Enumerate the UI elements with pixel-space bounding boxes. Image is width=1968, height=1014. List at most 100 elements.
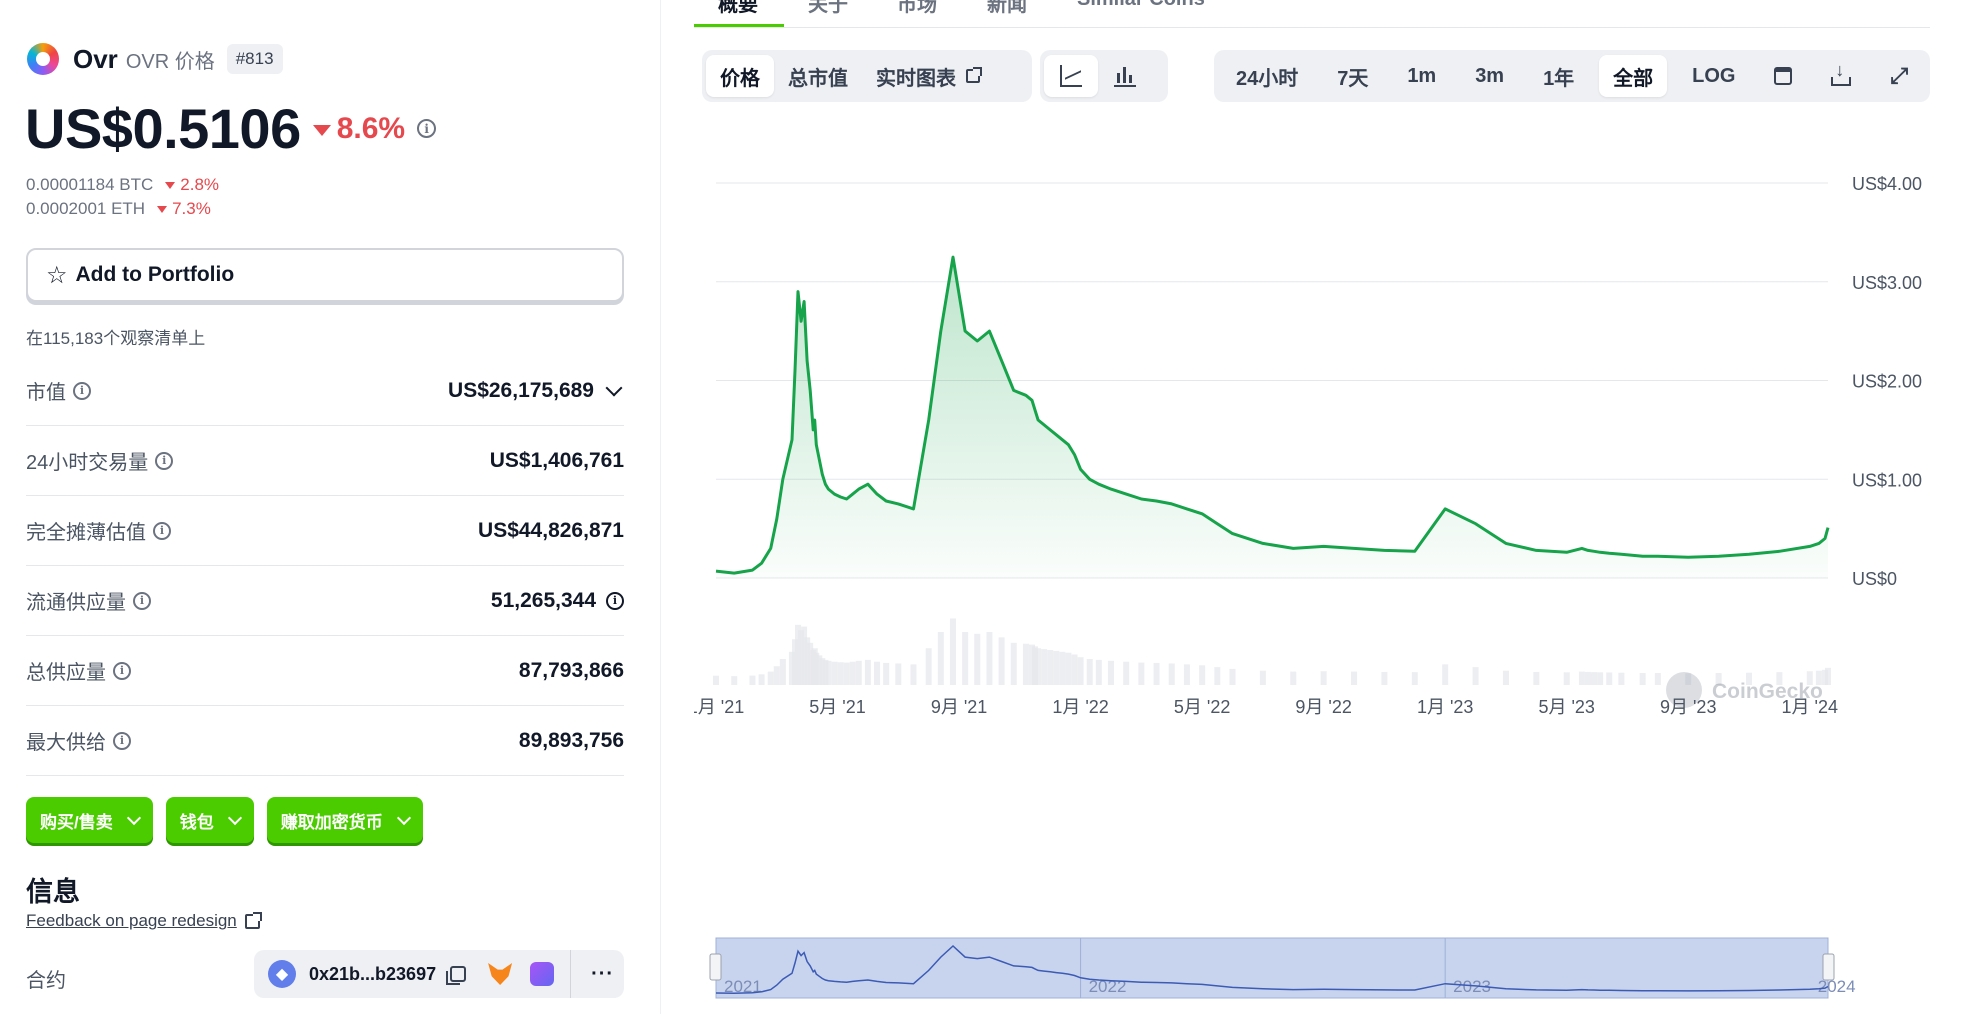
navigator-left-handle[interactable] <box>709 953 722 981</box>
price-area-fill <box>716 257 1828 578</box>
price-change-24h: 8.6% <box>336 111 406 145</box>
info-icon[interactable]: i <box>133 591 151 610</box>
copy-icon[interactable] <box>446 966 467 985</box>
tab-about[interactable]: 关于 <box>808 0 848 17</box>
volume-bar <box>1071 654 1078 685</box>
x-tick-label: 1月 '21 <box>694 697 744 717</box>
candlestick-button[interactable] <box>1098 55 1152 97</box>
chart-type-market-cap[interactable]: 总市值 <box>774 55 862 97</box>
y-axis-labels: US$4.00 US$3.00 US$2.00 US$1.00 US$0 <box>1852 174 1922 589</box>
action-buttons: 购买/售卖 钱包 赚取加密货币 <box>26 797 423 843</box>
time-range-toggle: 24小时 7天 1m 3m 1年 全部 LOG ⤢ <box>1214 50 1930 102</box>
chart-type-price[interactable]: 价格 <box>706 55 774 97</box>
info-icon[interactable]: i <box>417 119 437 138</box>
download-icon <box>1831 60 1852 86</box>
active-tab-indicator <box>694 24 784 27</box>
volume-bar <box>837 662 844 685</box>
y-tick-label: US$4.00 <box>1852 174 1922 194</box>
contract-address: 0x21b...b23697 <box>309 963 437 984</box>
fullscreen-button[interactable]: ⤢ <box>1876 55 1922 97</box>
expand-icon: ⤢ <box>1890 63 1908 88</box>
coin-name: Ovr <box>73 43 118 74</box>
volume-bar <box>1606 672 1613 685</box>
x-tick-label: 5月 '21 <box>809 697 865 717</box>
info-icon[interactable]: i <box>113 661 131 680</box>
x-tick-label: 9月 '23 <box>1660 697 1716 717</box>
volume-bar <box>1654 673 1661 685</box>
date-picker-button[interactable] <box>1760 55 1806 97</box>
volume-bars <box>713 618 1831 685</box>
chevron-down-icon <box>396 810 411 825</box>
volume-bar <box>731 676 738 685</box>
volume-bar <box>1563 672 1570 685</box>
volume-bar <box>779 659 786 685</box>
volume-bar <box>1442 664 1449 685</box>
range-log[interactable]: LOG <box>1678 55 1749 97</box>
chevron-down-icon[interactable] <box>605 379 623 396</box>
volume-bar <box>1077 657 1084 685</box>
x-tick-label: 5月 '22 <box>1174 697 1230 717</box>
volume-bar <box>1639 673 1646 685</box>
candlestick-icon <box>1114 65 1136 87</box>
price-row: US$0.5106 8.6% i <box>25 96 437 161</box>
calendar-icon <box>1774 67 1793 85</box>
range-3m[interactable]: 3m <box>1461 55 1518 97</box>
tab-overview[interactable]: 概要 <box>718 0 758 17</box>
range-all[interactable]: 全部 <box>1599 55 1668 97</box>
volume-bar <box>1259 670 1266 685</box>
volume-bar <box>1010 642 1017 685</box>
panel-divider <box>660 0 661 1014</box>
volume-bar <box>1086 659 1093 685</box>
chevron-down-icon <box>227 810 242 825</box>
earn-crypto-button[interactable]: 赚取加密货币 <box>266 797 423 843</box>
ovr-logo-icon <box>27 43 59 75</box>
tab-markets[interactable]: 市场 <box>897 0 937 17</box>
volume-bar <box>962 632 969 685</box>
download-button[interactable] <box>1817 55 1865 97</box>
add-to-portfolio-button[interactable]: ☆ Add to Portfolio <box>26 248 624 302</box>
info-icon[interactable]: i <box>606 591 624 610</box>
tab-similar-coins[interactable]: Similar Coins <box>1077 0 1205 11</box>
range-24h[interactable]: 24小时 <box>1222 55 1312 97</box>
tab-news[interactable]: 新闻 <box>987 0 1027 17</box>
stat-value: 89,893,756 <box>518 728 624 752</box>
wallet-button[interactable]: 钱包 <box>165 797 254 843</box>
wallet-connect-icon[interactable] <box>530 962 555 986</box>
down-arrow-icon <box>157 205 168 213</box>
feedback-link[interactable]: Feedback on page redesign <box>26 911 262 931</box>
info-icon[interactable]: i <box>73 381 91 400</box>
volume-bar <box>1022 643 1029 685</box>
more-options-button[interactable]: ··· <box>591 963 614 986</box>
volume-bar <box>855 660 862 685</box>
range-1m[interactable]: 1m <box>1393 55 1450 97</box>
info-icon[interactable]: i <box>113 731 131 750</box>
volume-bar <box>1138 662 1145 685</box>
metamask-icon[interactable] <box>488 963 513 985</box>
info-icon[interactable]: i <box>155 451 174 470</box>
info-section-title: 信息 <box>26 877 80 907</box>
stat-value: US$26,175,689 <box>448 378 594 402</box>
navigator-right-handle[interactable] <box>1822 953 1835 981</box>
eth-change: 7.3% <box>172 199 211 218</box>
range-7d[interactable]: 7天 <box>1323 55 1382 97</box>
line-chart-button[interactable] <box>1044 55 1098 97</box>
volume-bar <box>1472 667 1479 685</box>
chart-type-live-chart[interactable]: 实时图表 <box>862 55 994 97</box>
x-tick-label: 1月 '22 <box>1052 697 1108 717</box>
volume-bar <box>883 662 890 685</box>
range-1y[interactable]: 1年 <box>1529 55 1588 97</box>
stat-label: 市值 <box>26 382 66 404</box>
volume-bar <box>1320 671 1327 685</box>
info-icon[interactable]: i <box>153 521 171 540</box>
star-icon: ☆ <box>46 261 68 289</box>
price-chart[interactable]: US$4.00US$3.00US$2.00US$1.00US$0 CoinGec… <box>694 120 1944 1010</box>
btc-price: 0.00001184 BTC <box>26 175 154 194</box>
stat-circulating-supply: 流通供应量 i 51,265,344 i <box>26 566 624 636</box>
eth-price-row: 0.0002001 ETH 7.3% <box>26 199 211 219</box>
stat-market-cap: 市值 i US$26,175,689 <box>26 356 624 426</box>
buy-sell-button[interactable]: 购买/售卖 <box>26 797 153 843</box>
volume-bar <box>1351 671 1358 685</box>
stat-value: 87,793,866 <box>518 658 624 682</box>
stat-label: 最大供给 <box>26 732 106 754</box>
y-tick-label: US$1.00 <box>1852 470 1922 490</box>
